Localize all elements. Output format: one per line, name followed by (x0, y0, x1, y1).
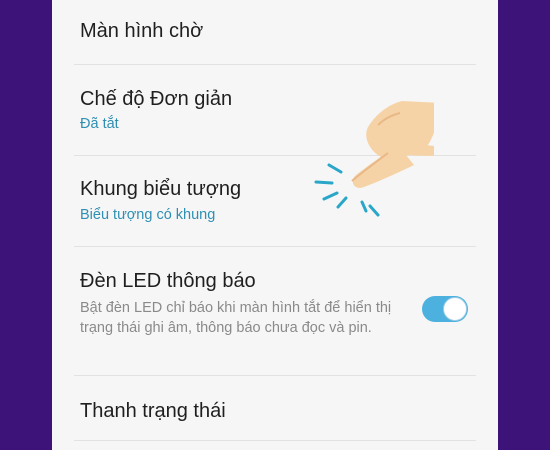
divider (74, 440, 476, 441)
settings-item-status: Đã tắt (80, 116, 119, 132)
led-indicator-toggle[interactable] (422, 296, 468, 322)
settings-item-status-bar[interactable]: Thanh trạng thái (52, 376, 498, 450)
settings-item-description: Bật đèn LED chỉ báo khi màn hình tắt để … (80, 300, 392, 336)
settings-item-title: Chế độ Đơn giản (80, 88, 233, 110)
settings-item-title: Thanh trạng thái (80, 400, 226, 422)
settings-item-title: Đèn LED thông báo (80, 270, 256, 292)
tap-hand-icon (314, 101, 434, 217)
settings-item-title: Khung biểu tượng (80, 178, 242, 200)
settings-panel: Màn hình chờ Chế độ Đơn giản Đã tắt Khun… (52, 0, 498, 450)
toggle-knob (443, 297, 467, 321)
settings-item-title: Màn hình chờ (80, 20, 204, 42)
settings-item-status: Biểu tượng có khung (80, 207, 216, 223)
settings-item-home-screen[interactable]: Màn hình chờ (52, 0, 498, 64)
